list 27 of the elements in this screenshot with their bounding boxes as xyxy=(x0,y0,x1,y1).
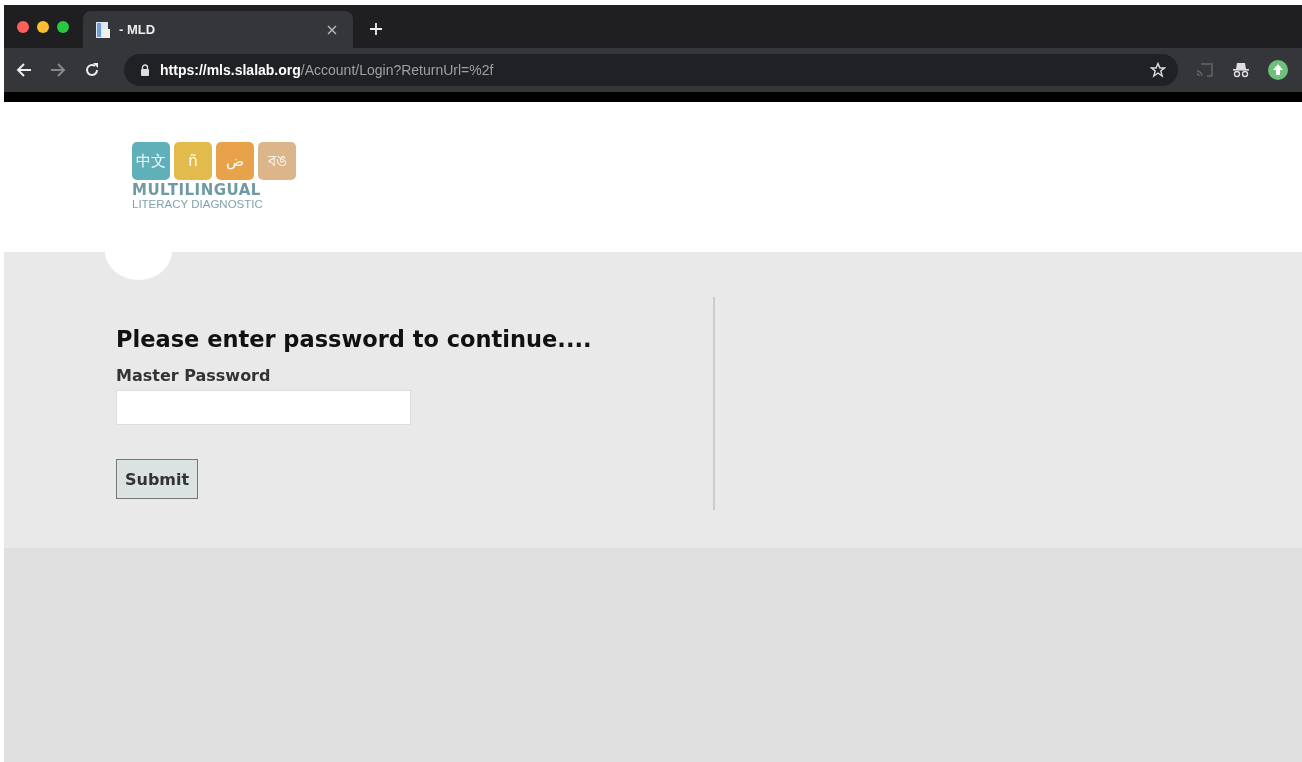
tab-title: - MLD xyxy=(119,22,157,37)
url-text: https://mls.slalab.org/Account/Login?ReturnUrl=%2f xyxy=(160,62,495,78)
password-field[interactable] xyxy=(116,390,411,425)
lock-icon xyxy=(140,64,150,76)
close-window-icon[interactable] xyxy=(17,20,29,33)
maximize-window-icon[interactable] xyxy=(57,20,69,33)
update-icon[interactable] xyxy=(1268,60,1288,80)
back-icon[interactable] xyxy=(16,62,32,78)
logo-tile: বঙ xyxy=(258,142,296,180)
browser-tab[interactable]: - MLD xyxy=(83,11,353,48)
address-bar[interactable]: https://mls.slalab.org/Account/Login?ReturnUrl=%2f xyxy=(124,54,1178,86)
logo-title: MULTILINGUAL xyxy=(132,183,262,198)
submit-button[interactable]: Submit xyxy=(116,459,199,499)
document-icon xyxy=(95,20,111,39)
reload-icon[interactable] xyxy=(84,62,100,78)
close-icon[interactable] xyxy=(327,24,337,35)
new-tab-icon[interactable] xyxy=(369,22,383,36)
bookmark-star-icon[interactable] xyxy=(1150,62,1166,78)
form-heading: Please enter password to continue.... xyxy=(116,326,592,352)
forward-icon[interactable] xyxy=(50,62,66,78)
incognito-icon[interactable] xyxy=(1232,62,1250,78)
logo-tile: ñ xyxy=(174,142,212,180)
logo-tile: 中文 xyxy=(132,142,170,180)
password-label: Master Password xyxy=(116,366,271,385)
logo-tile: ض xyxy=(216,142,254,180)
minimize-window-icon[interactable] xyxy=(37,20,49,33)
logo-subtitle: LITERACY DIAGNOSTIC xyxy=(132,198,264,211)
